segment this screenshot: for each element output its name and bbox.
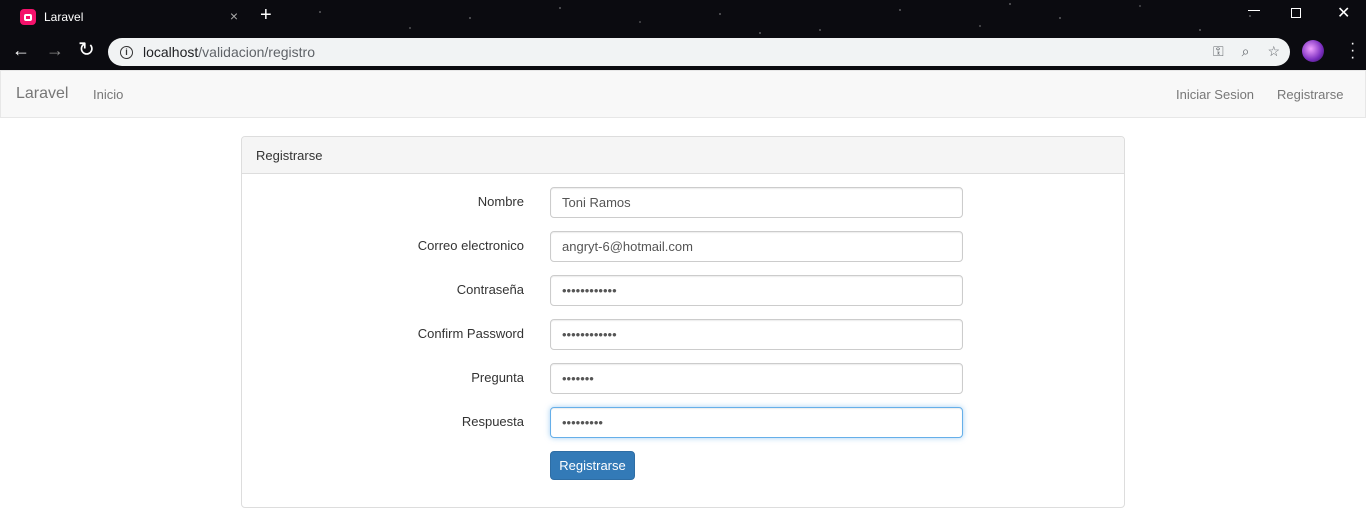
email-input[interactable] bbox=[550, 231, 963, 262]
label-correo: Correo electronico bbox=[417, 238, 524, 253]
tab-close-icon[interactable]: × bbox=[230, 8, 238, 24]
browser-tab[interactable]: Laravel × bbox=[8, 4, 248, 30]
form-row-confirm: Confirm Password bbox=[242, 319, 1126, 350]
nav-link-registrarse[interactable]: Registrarse bbox=[1277, 87, 1343, 102]
question-input[interactable] bbox=[550, 363, 963, 394]
minimize-icon[interactable] bbox=[1248, 10, 1260, 11]
form-row-respuesta: Respuesta bbox=[242, 407, 1126, 438]
new-tab-icon[interactable]: + bbox=[260, 4, 272, 27]
restore-icon[interactable] bbox=[1291, 8, 1301, 18]
browser-chrome: Laravel × + ✕ ← → ↻ i localhost /validac… bbox=[0, 0, 1366, 70]
navbar-brand[interactable]: Laravel bbox=[16, 85, 68, 103]
star-icon[interactable]: ☆ bbox=[1267, 43, 1280, 60]
reload-icon[interactable]: ↻ bbox=[78, 40, 95, 60]
register-panel: Registrarse Nombre Correo electronico Co… bbox=[241, 136, 1125, 508]
info-icon[interactable]: i bbox=[120, 45, 133, 59]
close-icon[interactable]: ✕ bbox=[1337, 3, 1350, 23]
menu-icon[interactable]: · · · bbox=[1350, 36, 1355, 66]
navbar: Laravel Inicio Iniciar Sesion Registrars… bbox=[0, 70, 1366, 118]
form-row-contrasena: Contraseña bbox=[242, 275, 1126, 306]
zoom-icon[interactable]: ⌕ bbox=[1242, 43, 1250, 60]
nav-link-iniciar-sesion[interactable]: Iniciar Sesion bbox=[1176, 87, 1254, 102]
laravel-favicon-icon bbox=[20, 9, 36, 25]
name-input[interactable] bbox=[550, 187, 963, 218]
password-input[interactable] bbox=[550, 275, 963, 306]
back-icon[interactable]: ← bbox=[12, 40, 30, 60]
form-row-nombre: Nombre bbox=[242, 187, 1126, 218]
profile-avatar[interactable] bbox=[1302, 40, 1324, 62]
register-submit-button[interactable]: Registrarse bbox=[550, 451, 635, 480]
label-pregunta: Pregunta bbox=[471, 370, 524, 385]
label-respuesta: Respuesta bbox=[461, 414, 524, 429]
key-icon[interactable]: ⚿ bbox=[1213, 43, 1224, 60]
url-path: /validacion/registro bbox=[198, 44, 315, 60]
answer-input[interactable] bbox=[550, 407, 963, 438]
panel-heading: Registrarse bbox=[242, 137, 1124, 174]
form-row-correo: Correo electronico bbox=[242, 231, 1126, 262]
forward-icon[interactable]: → bbox=[46, 40, 64, 60]
url-host: localhost bbox=[143, 44, 199, 60]
tab-title: Laravel bbox=[44, 10, 84, 24]
form-row-pregunta: Pregunta bbox=[242, 363, 1126, 394]
confirm-password-input[interactable] bbox=[550, 319, 963, 350]
label-confirm-password: Confirm Password bbox=[417, 326, 524, 341]
nav-link-inicio[interactable]: Inicio bbox=[93, 87, 123, 102]
label-contrasena: Contraseña bbox=[456, 282, 524, 297]
label-nombre: Nombre bbox=[477, 194, 524, 209]
address-bar[interactable]: i localhost /validacion/registro ⚿ ⌕ ☆ bbox=[108, 38, 1290, 66]
